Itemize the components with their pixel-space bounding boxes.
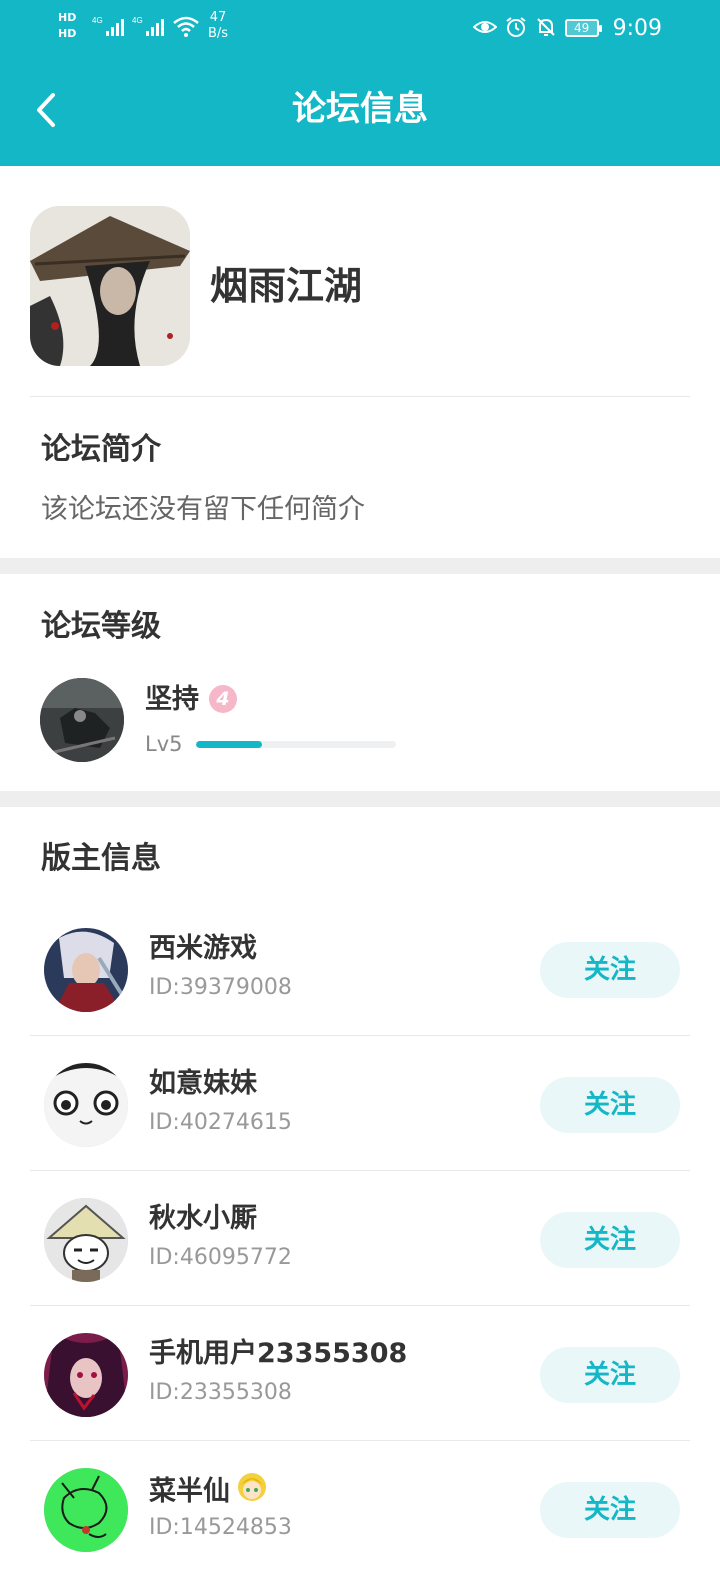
battery-icon: 49	[564, 19, 602, 37]
forum-avatar	[30, 206, 190, 366]
section-separator	[0, 791, 720, 807]
eye-icon	[472, 17, 498, 40]
forum-info-card: 烟雨江湖 论坛简介 该论坛还没有留下任何简介	[0, 166, 720, 558]
level-title: 论坛等级	[41, 609, 161, 644]
level-label: Lv5	[145, 732, 183, 756]
avatar[interactable]	[44, 1063, 128, 1147]
moderator-name: 手机用户23355308	[149, 1336, 407, 1372]
moderator-row: 如意妹妹 ID:40274615 关注	[0, 1036, 720, 1171]
moderator-row: 菜半仙 ID:14524853 关注	[0, 1441, 720, 1576]
moderators-title: 版主信息	[41, 841, 161, 876]
sig1-label: 4G	[92, 16, 103, 25]
status-bar: HD HD 4G 4G 47 B/s 49 9:09	[0, 0, 720, 56]
level-name: 坚持	[145, 684, 199, 715]
forum-level-card: 论坛等级 坚持 4 Lv5	[0, 574, 720, 791]
avatar[interactable]	[44, 1333, 128, 1417]
page-title: 论坛信息	[292, 89, 428, 129]
net-speed-unit: B/s	[208, 26, 229, 41]
level-progress-fill	[196, 741, 262, 748]
clock: 9:09	[612, 15, 662, 41]
follow-button[interactable]: 关注	[540, 1347, 680, 1403]
signal-icon: 4G	[92, 14, 128, 41]
sig2-label: 4G	[132, 16, 143, 25]
moderator-id: ID:40274615	[149, 1110, 292, 1135]
avatar[interactable]	[44, 928, 128, 1012]
moderator-row: 手机用户23355308 ID:23355308 关注	[0, 1306, 720, 1441]
moderator-name: 如意妹妹	[149, 1066, 257, 1102]
moderator-name-text: 菜半仙	[149, 1476, 230, 1507]
hd-indicator: HD HD	[58, 10, 76, 42]
moderator-name-text: 秋水小厮	[149, 1203, 257, 1234]
moderator-name-text: 西米游戏	[149, 933, 257, 964]
vip-avatar-icon	[236, 1471, 268, 1513]
moderator-id: ID:46095772	[149, 1245, 292, 1270]
level-progress-bar	[196, 741, 396, 748]
avatar[interactable]	[44, 1468, 128, 1552]
intro-text: 该论坛还没有留下任何简介	[41, 494, 365, 525]
forum-name: 烟雨江湖	[210, 264, 363, 308]
avatar[interactable]	[44, 1198, 128, 1282]
follow-button[interactable]: 关注	[540, 1482, 680, 1538]
moderator-id: ID:14524853	[149, 1515, 292, 1540]
moderator-row: 西米游戏 ID:39379008 关注	[0, 901, 720, 1036]
follow-button[interactable]: 关注	[540, 1077, 680, 1133]
moderator-row: 秋水小厮 ID:46095772 关注	[0, 1171, 720, 1306]
bell-off-icon	[535, 16, 557, 41]
intro-title: 论坛简介	[41, 432, 161, 467]
hd-label-1: HD	[58, 11, 77, 24]
moderator-name: 秋水小厮	[149, 1201, 257, 1237]
net-speed-value: 47	[209, 10, 227, 25]
level-avatar	[40, 678, 124, 762]
moderator-name: 西米游戏	[149, 931, 257, 967]
status-right: 49 9:09	[472, 14, 662, 42]
moderators-card: 版主信息 西米游戏 ID:39379008 关注 如意妹妹 ID:4027461…	[0, 807, 720, 1560]
wifi-icon	[172, 14, 200, 41]
signal-icon-2: 4G	[132, 14, 168, 41]
moderator-name-text: 如意妹妹	[149, 1068, 257, 1099]
follow-button[interactable]: 关注	[540, 942, 680, 998]
moderator-id: ID:39379008	[149, 975, 292, 1000]
section-separator	[0, 558, 720, 574]
moderator-name: 菜半仙	[149, 1471, 268, 1513]
net-speed: 47 B/s	[208, 10, 228, 42]
app-header: HD HD 4G 4G 47 B/s 49 9:09 论坛信息	[0, 0, 720, 166]
follow-button[interactable]: 关注	[540, 1212, 680, 1268]
divider	[30, 396, 690, 397]
moderator-id: ID:23355308	[149, 1380, 292, 1405]
moderator-name-text: 手机用户23355308	[149, 1338, 408, 1369]
hd-label-2: HD	[58, 27, 77, 40]
alarm-icon	[505, 16, 527, 41]
level-badge: 4	[209, 685, 237, 713]
